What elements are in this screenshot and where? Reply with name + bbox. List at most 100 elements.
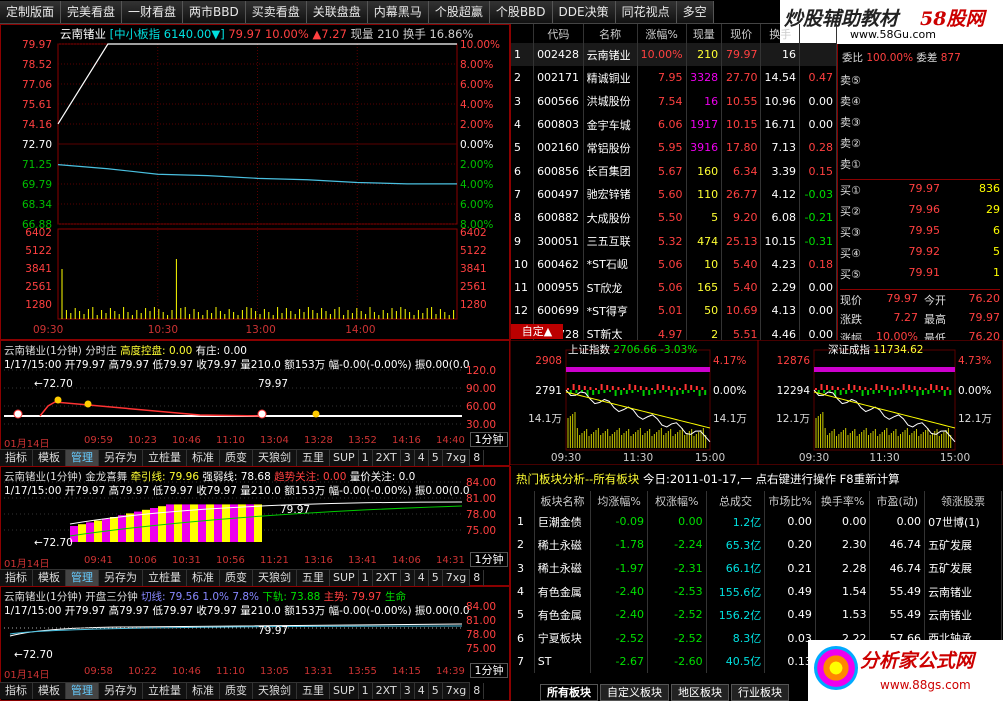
toolbar-button[interactable]: 5	[429, 450, 443, 466]
sector-row[interactable]: 5 有色金属 -2.40 -2.52 156.2亿 0.49 1.53 55.49 云南锗业	[514, 603, 1002, 627]
nav-tab[interactable]: 一财看盘	[122, 1, 184, 23]
custom-tab[interactable]: 自定▲	[511, 324, 563, 339]
toolbar-button[interactable]: 4	[415, 450, 429, 466]
nav-tab[interactable]: 内幕黑马	[367, 1, 429, 23]
quote-row[interactable]: 2 002171 精诚铜业 7.95 3328 27.70 14.54 0.47	[511, 66, 838, 90]
toolbar-button[interactable]: 1	[359, 450, 373, 466]
sector-tab[interactable]: 行业板块	[731, 684, 789, 701]
toolbar-button[interactable]: 五里	[297, 683, 330, 699]
sector-col-header[interactable]: 市场比%	[764, 491, 816, 510]
quote-row[interactable]: 9 300051 三五互联 5.32 474 25.13 10.15 -0.31	[511, 229, 838, 253]
toolbar-button[interactable]: 3	[401, 570, 415, 586]
toolbar-button[interactable]: 2XT	[373, 570, 401, 586]
toolbar-button[interactable]: SUP	[330, 450, 359, 466]
quote-row[interactable]: 12 600699 *ST得亨 5.01 50 10.69 4.13 0.00	[511, 299, 838, 323]
nav-tab[interactable]: 两市BBD	[183, 1, 246, 23]
toolbar-button[interactable]: 标准	[187, 570, 220, 586]
nav-tab[interactable]: 多空	[676, 1, 714, 23]
period-label[interactable]: 1分钟	[470, 663, 508, 678]
nav-tab[interactable]: 完美看盘	[61, 1, 123, 23]
period-label[interactable]: 1分钟	[470, 432, 508, 447]
toolbar-button[interactable]: 立桩量	[143, 683, 187, 699]
toolbar-button[interactable]: 质变	[220, 570, 253, 586]
toolbar-button[interactable]: 模板	[33, 570, 66, 586]
toolbar-button[interactable]: 管理	[66, 570, 99, 586]
quote-row[interactable]: 4 600803 金宇车城 6.06 1917 10.15 16.71 0.00	[511, 112, 838, 137]
sector-row[interactable]: 3 稀土永磁 -1.97 -2.31 66.1亿 0.21 2.28 46.74 五矿发展	[514, 556, 1002, 580]
quote-row[interactable]: 6 600856 长百集团 5.67 160 6.34 3.39 0.15	[511, 159, 838, 183]
sector-col-header[interactable]	[514, 491, 535, 510]
toolbar-button[interactable]: 模板	[33, 683, 66, 699]
toolbar-button[interactable]: 8	[470, 570, 485, 586]
sector-col-header[interactable]: 领涨股票	[924, 491, 1002, 510]
toolbar-button[interactable]: 五里	[297, 450, 330, 466]
toolbar-button[interactable]: 5	[429, 683, 443, 699]
col-header[interactable]: 名称	[583, 24, 638, 43]
col-header[interactable]: 现价	[721, 24, 762, 43]
toolbar-button[interactable]: 7xg	[443, 450, 471, 466]
toolbar-button[interactable]: 另存为	[99, 570, 143, 586]
toolbar-button[interactable]: 8	[470, 450, 485, 466]
sector-col-header[interactable]: 均涨幅%	[590, 491, 648, 510]
period-label[interactable]: 1分钟	[470, 552, 508, 567]
sector-row[interactable]: 2 稀土永磁 -1.78 -2.24 65.3亿 0.20 2.30 46.74 五矿发展	[514, 533, 1002, 557]
nav-tab[interactable]: 同花视点	[615, 1, 677, 23]
nav-tab[interactable]: DDE决策	[552, 1, 616, 23]
quote-row[interactable]: 3 600566 洪城股份 7.54 16 10.55 10.96 0.00	[511, 89, 838, 113]
toolbar-button[interactable]: 2XT	[373, 683, 401, 699]
toolbar-button[interactable]: 3	[401, 450, 415, 466]
toolbar-button[interactable]: 指标	[0, 570, 33, 586]
toolbar-button[interactable]: 5	[429, 570, 443, 586]
toolbar-button[interactable]: 管理	[66, 683, 99, 699]
nav-tab[interactable]: 个股超赢	[428, 1, 490, 23]
col-header[interactable]: 代码	[533, 24, 584, 43]
quote-row[interactable]: 7 600497 驰宏锌锗 5.60 110 26.77 4.12 -0.03	[511, 182, 838, 207]
quote-row[interactable]: 8 600882 大成股份 5.50 5 9.20 6.08 -0.21	[511, 206, 838, 230]
toolbar-button[interactable]: 质变	[220, 450, 253, 466]
nav-tab[interactable]: 关联盘盘	[306, 1, 368, 23]
nav-tab[interactable]: 定制版面	[0, 1, 62, 23]
sector-col-header[interactable]: 板块名称	[534, 491, 592, 510]
col-header[interactable]: 换手	[760, 24, 800, 43]
toolbar-button[interactable]: 2XT	[373, 450, 401, 466]
toolbar-button[interactable]: 标准	[187, 683, 220, 699]
toolbar-button[interactable]: 立桩量	[143, 450, 187, 466]
sector-col-header[interactable]: 市盈(动)	[869, 491, 926, 510]
sector-row[interactable]: 1 巨潮金债 -0.09 0.00 1.2亿 0.00 0.00 0.00 07世博(1)	[514, 510, 1002, 534]
toolbar-button[interactable]: 1	[359, 570, 373, 586]
toolbar-button[interactable]: 指标	[0, 450, 33, 466]
toolbar-button[interactable]: 天狼剑	[253, 450, 297, 466]
quote-row[interactable]: 1 002428 云南锗业 10.00% 210 79.97 16	[511, 43, 838, 67]
toolbar-button[interactable]: SUP	[330, 683, 359, 699]
toolbar-button[interactable]: 标准	[187, 450, 220, 466]
toolbar-button[interactable]: 五里	[297, 570, 330, 586]
quote-row[interactable]: 10 600462 *ST石岘 5.06 10 5.40 4.23 0.18	[511, 252, 838, 276]
toolbar-button[interactable]: 3	[401, 683, 415, 699]
toolbar-button[interactable]: 质变	[220, 683, 253, 699]
toolbar-button[interactable]: 7xg	[443, 570, 471, 586]
sector-tab[interactable]: 自定义板块	[600, 684, 669, 701]
col-header[interactable]: 涨幅%	[637, 24, 687, 43]
toolbar-button[interactable]: 管理	[66, 450, 99, 466]
toolbar-button[interactable]: 指标	[0, 683, 33, 699]
sector-col-header[interactable]: 换手率%	[815, 491, 871, 510]
quote-row[interactable]: 5 002160 常铝股份 5.95 3916 17.80 7.13 0.28	[511, 136, 838, 160]
nav-tab[interactable]: 买卖看盘	[245, 1, 307, 23]
sector-col-header[interactable]: 总成交	[706, 491, 766, 510]
toolbar-button[interactable]: 4	[415, 683, 429, 699]
toolbar-button[interactable]: 立桩量	[143, 570, 187, 586]
toolbar-button[interactable]: 天狼剑	[253, 570, 297, 586]
toolbar-button[interactable]: 4	[415, 570, 429, 586]
toolbar-button[interactable]: 模板	[33, 450, 66, 466]
toolbar-button[interactable]: 7xg	[443, 683, 471, 699]
nav-tab[interactable]: 个股BBD	[489, 1, 553, 23]
toolbar-button[interactable]: 另存为	[99, 683, 143, 699]
quote-row[interactable]: 11 000955 ST欣龙 5.06 165 5.40 2.29 0.00	[511, 275, 838, 300]
sector-tab[interactable]: 地区板块	[671, 684, 729, 701]
sector-tab[interactable]: 所有板块	[540, 684, 598, 701]
sector-col-header[interactable]: 权涨幅%	[647, 491, 707, 510]
sector-row[interactable]: 4 有色金属 -2.40 -2.53 155.6亿 0.49 1.54 55.49 云南锗业	[514, 579, 1002, 604]
toolbar-button[interactable]: 8	[470, 683, 485, 699]
toolbar-button[interactable]: 另存为	[99, 450, 143, 466]
toolbar-button[interactable]: 1	[359, 683, 373, 699]
